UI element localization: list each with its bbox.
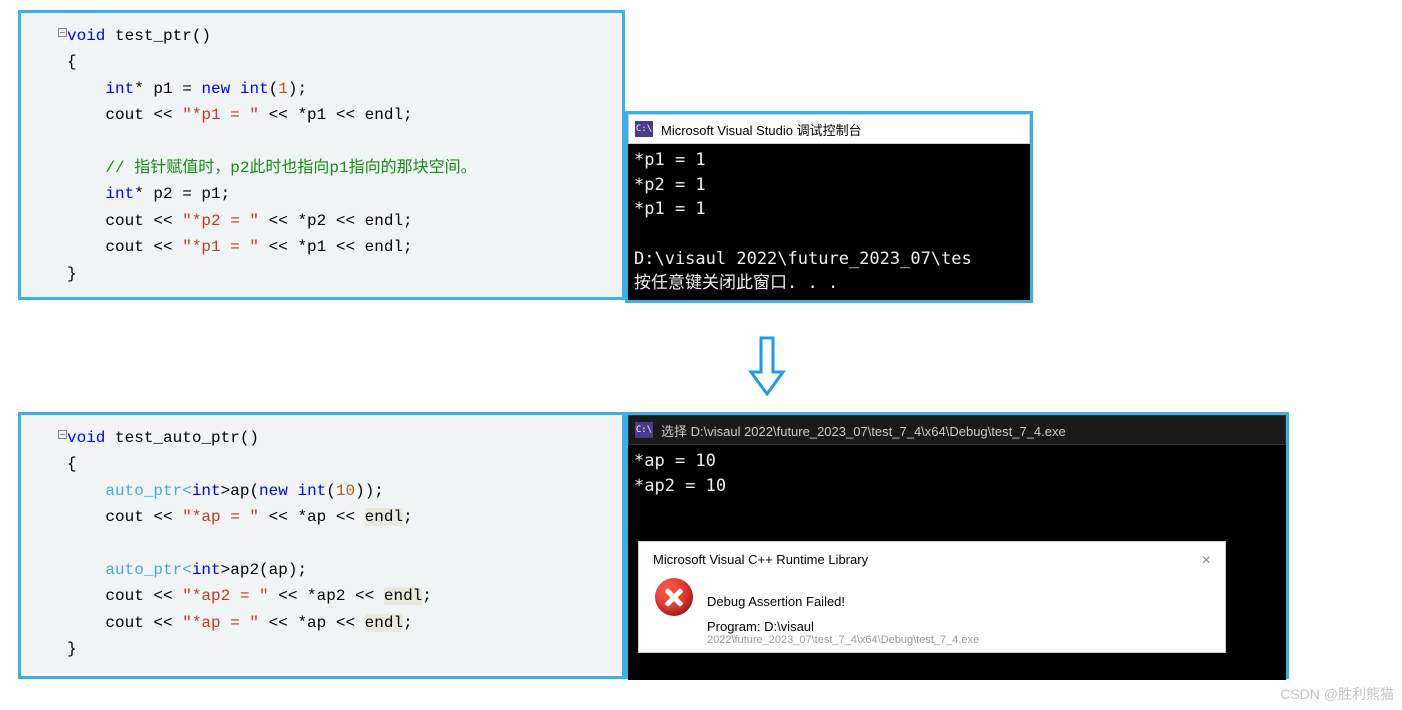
console-bottom: C:\ 选择 D:\visaul 2022\future_2023_07\tes…: [628, 415, 1286, 676]
code-text: ;: [403, 508, 413, 526]
code-text: {: [67, 455, 77, 473]
console-titlebar[interactable]: C:\ Microsoft Visual Studio 调试控制台: [628, 114, 1030, 144]
code-text: 1: [278, 80, 288, 98]
code-text: int: [240, 80, 269, 98]
code-text: auto_ptr<: [105, 482, 191, 500]
close-icon[interactable]: ×: [1202, 552, 1211, 570]
console-line: 按任意键关闭此窗口. . .: [634, 273, 838, 293]
code-text: >ap(: [221, 482, 259, 500]
cmd-icon: C:\: [635, 422, 653, 438]
console-line: D:\visaul 2022\future_2023_07\tes: [634, 249, 972, 269]
dialog-titlebar[interactable]: Microsoft Visual C++ Runtime Library ×: [639, 542, 1225, 576]
code-text: void: [67, 27, 105, 45]
code-text: endl: [365, 508, 403, 526]
watermark: CSDN @胜利熊猫: [1280, 684, 1394, 704]
code-text: << *ap <<: [259, 508, 365, 526]
code-text: int: [192, 482, 221, 500]
bottom-console-panel: C:\ 选择 D:\visaul 2022\future_2023_07\tes…: [625, 412, 1289, 679]
console-titlebar[interactable]: C:\ 选择 D:\visaul 2022\future_2023_07\tes…: [628, 415, 1286, 445]
code-text: "*ap = ": [182, 614, 259, 632]
code-text: << *ap <<: [259, 614, 365, 632]
code-text: cout <<: [105, 212, 182, 230]
code-editor-bottom: void test_auto_ptr() { auto_ptr<int>ap(n…: [21, 415, 622, 673]
console-top: C:\ Microsoft Visual Studio 调试控制台 *p1 = …: [628, 114, 1030, 300]
code-text: );: [288, 80, 307, 98]
code-text: cout <<: [105, 587, 182, 605]
code-text: "*p1 = ": [182, 238, 259, 256]
top-console-panel: C:\ Microsoft Visual Studio 调试控制台 *p1 = …: [625, 111, 1033, 303]
code-text: test_ptr(): [105, 27, 211, 45]
code-text: new: [201, 80, 230, 98]
code-text: new: [259, 482, 288, 500]
code-text: 10: [336, 482, 355, 500]
code-text: << *p1 << endl;: [259, 106, 413, 124]
console-title-text: Microsoft Visual Studio 调试控制台: [661, 120, 862, 139]
console-line: *ap = 10: [634, 451, 716, 471]
console-title-text: 选择 D:\visaul 2022\future_2023_07\test_7_…: [661, 421, 1066, 440]
code-text: endl: [365, 614, 403, 632]
code-text: cout <<: [105, 106, 182, 124]
console-line: *p2 = 1: [634, 175, 706, 195]
code-text: }: [67, 640, 77, 658]
code-text: int: [297, 482, 326, 500]
code-text: ;: [403, 614, 413, 632]
code-text: "*p2 = ": [182, 212, 259, 230]
code-text: << *p2 << endl;: [259, 212, 413, 230]
dialog-text: Program: D:\visaul: [707, 619, 1211, 634]
dialog-title-text: Microsoft Visual C++ Runtime Library: [653, 552, 868, 570]
runtime-error-dialog[interactable]: Microsoft Visual C++ Runtime Library × D…: [638, 541, 1226, 653]
code-text: "*ap2 = ": [182, 587, 268, 605]
code-text: cout <<: [105, 508, 182, 526]
top-code-panel: void test_ptr() { int* p1 = new int(1); …: [18, 10, 625, 300]
code-text: int: [192, 561, 221, 579]
code-text: (: [326, 482, 336, 500]
code-text: "*ap = ": [182, 508, 259, 526]
code-text: void: [67, 429, 105, 447]
code-text: auto_ptr<: [105, 561, 191, 579]
code-text: [230, 80, 240, 98]
code-text: endl: [384, 587, 422, 605]
dialog-text: 2022\future_2023_07\test_7_4\x64\Debug\t…: [707, 634, 1211, 646]
code-text: test_auto_ptr(): [105, 429, 259, 447]
dialog-body: Debug Assertion Failed! Program: D:\visa…: [639, 576, 1225, 652]
code-text: }: [67, 265, 77, 283]
code-text: * p2 = p1;: [134, 185, 230, 203]
code-text: cout <<: [105, 238, 182, 256]
code-text: ;: [422, 587, 432, 605]
dialog-heading: Debug Assertion Failed!: [707, 594, 1211, 609]
code-text: (: [269, 80, 279, 98]
code-text: ));: [355, 482, 384, 500]
cmd-icon: C:\: [635, 121, 653, 137]
error-icon: [655, 578, 693, 616]
code-editor-top: void test_ptr() { int* p1 = new int(1); …: [21, 13, 622, 297]
console-line: *p1 = 1: [634, 199, 706, 219]
arrow-down-icon: [747, 336, 787, 398]
code-text: * p1 =: [134, 80, 201, 98]
code-text: << *ap2 <<: [269, 587, 384, 605]
code-text: >ap2(ap);: [221, 561, 307, 579]
code-text: "*p1 = ": [182, 106, 259, 124]
console-line: *ap2 = 10: [634, 476, 726, 496]
code-text: int: [105, 80, 134, 98]
console-output: *p1 = 1 *p2 = 1 *p1 = 1 D:\visaul 2022\f…: [628, 144, 1030, 300]
code-text: {: [67, 53, 77, 71]
console-line: *p1 = 1: [634, 150, 706, 170]
code-text: cout <<: [105, 614, 182, 632]
bottom-code-panel: void test_auto_ptr() { auto_ptr<int>ap(n…: [18, 412, 625, 679]
code-text: int: [105, 185, 134, 203]
code-text: << *p1 << endl;: [259, 238, 413, 256]
code-comment: // 指针赋值时，p2此时也指向p1指向的那块空间。: [105, 159, 476, 177]
